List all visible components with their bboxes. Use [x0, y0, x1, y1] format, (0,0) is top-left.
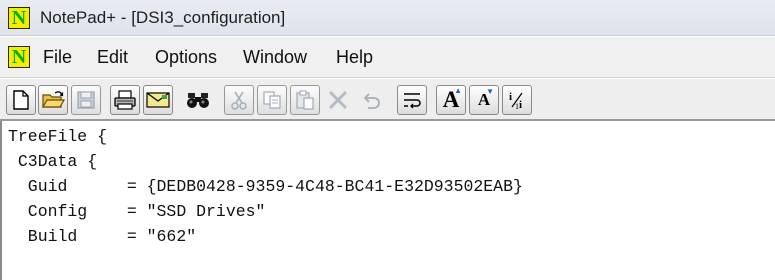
- window-titlebar: N NotePad+ - [DSI3_configuration]: [0, 0, 775, 36]
- word-wrap-button[interactable]: [397, 85, 427, 115]
- save-disk-icon: [77, 91, 95, 109]
- increase-arrow-icon: ▲: [454, 86, 462, 95]
- code-line: Build = "662": [8, 227, 197, 246]
- mail-icon: [146, 92, 170, 108]
- paste-icon: [296, 90, 314, 110]
- fraction-icon: i i 1: [509, 91, 523, 111]
- new-file-button[interactable]: [6, 85, 36, 115]
- code-line: Config = "SSD Drives": [8, 202, 266, 221]
- menu-bar: N File Edit Options Window Help: [0, 37, 775, 78]
- fraction-button[interactable]: i i 1: [502, 85, 532, 115]
- word-wrap-icon: [404, 93, 421, 109]
- print-icon: [114, 90, 136, 110]
- toolbar: A ▲ A ▼ i i 1: [0, 79, 775, 121]
- undo-button[interactable]: [356, 85, 386, 115]
- undo-icon: [363, 93, 380, 109]
- mail-button[interactable]: [143, 85, 173, 115]
- find-button[interactable]: [183, 85, 213, 115]
- new-file-icon: [13, 90, 29, 110]
- svg-text:i: i: [509, 91, 512, 103]
- menu-window[interactable]: Window: [243, 47, 307, 68]
- menu-file[interactable]: File: [43, 47, 72, 68]
- menu-help[interactable]: Help: [336, 47, 373, 68]
- font-smaller-button[interactable]: A ▼: [469, 85, 499, 115]
- delete-icon: [328, 90, 348, 110]
- code-line: Guid = {DEDB0428-9359-4C48-BC41-E32D9350…: [8, 177, 523, 196]
- cut-icon: [231, 91, 247, 110]
- save-button[interactable]: [71, 85, 101, 115]
- delete-button[interactable]: [323, 85, 353, 115]
- code-line: C3Data {: [8, 152, 98, 171]
- menu-options[interactable]: Options: [155, 47, 217, 68]
- menu-edit[interactable]: Edit: [97, 47, 128, 68]
- cut-button[interactable]: [224, 85, 254, 115]
- svg-text:i: i: [519, 99, 522, 111]
- app-menu-icon[interactable]: N: [8, 46, 30, 68]
- find-binoculars-icon: [187, 93, 209, 108]
- text-editor[interactable]: TreeFile { C3Data { Guid = {DEDB0428-935…: [0, 121, 775, 280]
- open-folder-icon: [41, 91, 65, 108]
- paste-button[interactable]: [290, 85, 320, 115]
- app-logo-icon: N: [8, 7, 30, 29]
- copy-icon: [263, 91, 281, 109]
- font-larger-button[interactable]: A ▲: [436, 85, 466, 115]
- copy-button[interactable]: [257, 85, 287, 115]
- print-button[interactable]: [110, 85, 140, 115]
- window-title: NotePad+ - [DSI3_configuration]: [40, 8, 286, 27]
- svg-text:1: 1: [515, 102, 519, 111]
- open-file-button[interactable]: [38, 85, 68, 115]
- decrease-arrow-icon: ▼: [486, 87, 494, 96]
- code-line: TreeFile {: [8, 127, 108, 146]
